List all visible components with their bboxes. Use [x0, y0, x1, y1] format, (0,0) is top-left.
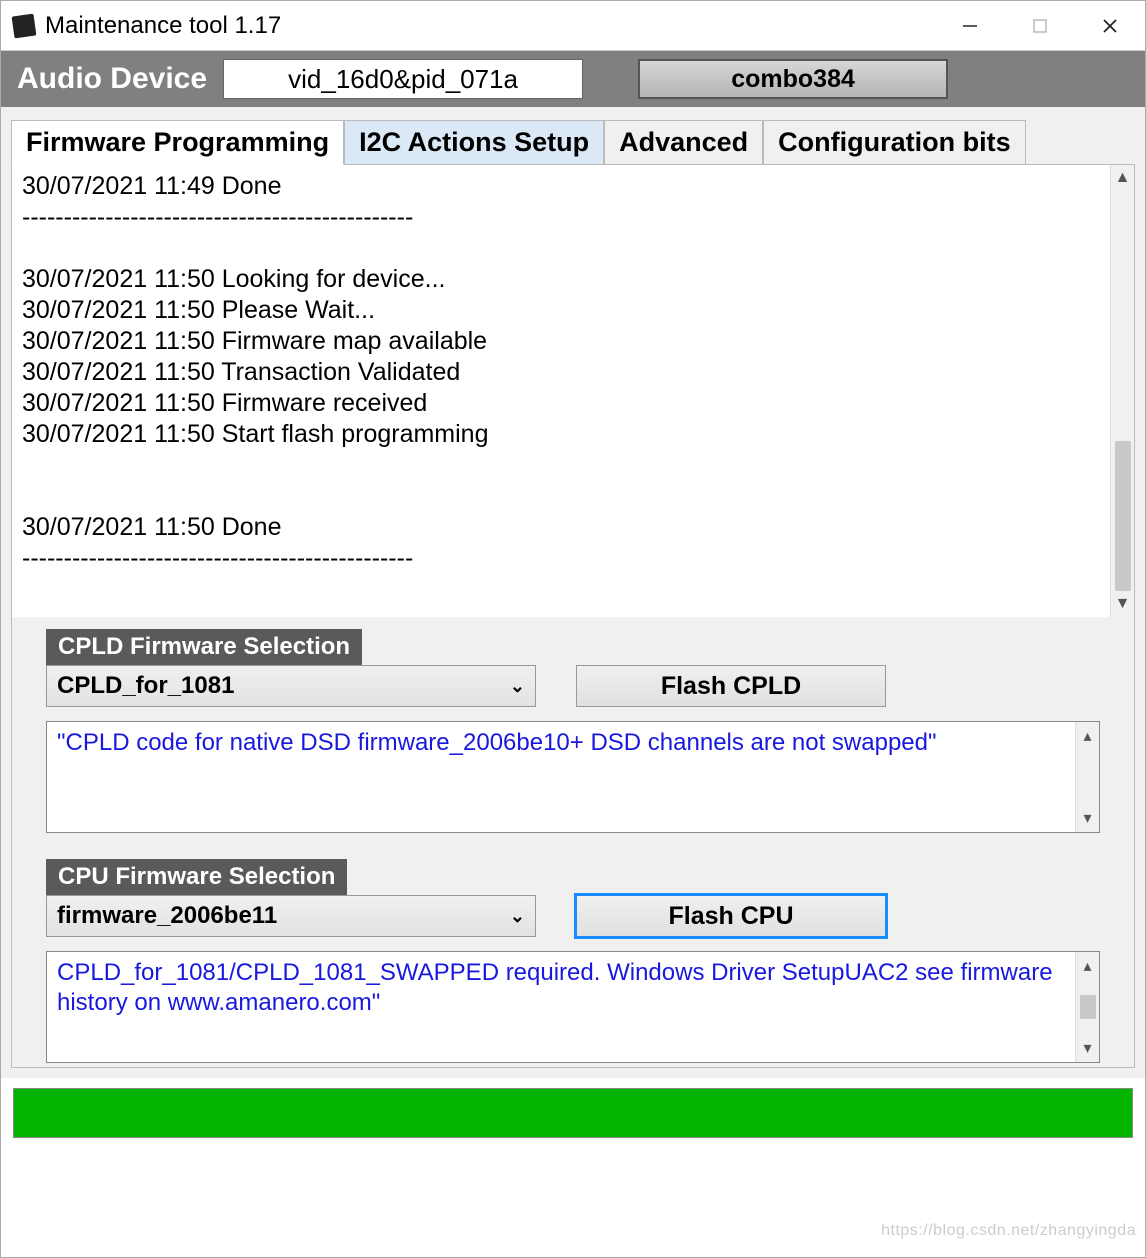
progress-bar: [13, 1088, 1133, 1138]
scroll-thumb[interactable]: [1115, 441, 1131, 591]
flash-cpld-button[interactable]: Flash CPLD: [576, 665, 886, 707]
header-strip: Audio Device combo384: [1, 51, 1145, 107]
tab-firmware-programming[interactable]: Firmware Programming: [11, 120, 344, 165]
cpu-description-box: CPLD_for_1081/CPLD_1081_SWAPPED required…: [46, 951, 1100, 1063]
audio-device-label: Audio Device: [11, 62, 213, 96]
scroll-down-icon[interactable]: ▾: [1083, 808, 1091, 828]
cpu-description[interactable]: CPLD_for_1081/CPLD_1081_SWAPPED required…: [47, 952, 1075, 1062]
cpld-desc-scrollbar[interactable]: ▴ ▾: [1075, 722, 1099, 832]
cpld-section: CPLD Firmware Selection CPLD_for_1081 ⌄ …: [46, 629, 1100, 833]
scroll-up-icon[interactable]: ▲: [1115, 169, 1131, 187]
maximize-button[interactable]: [1005, 1, 1075, 50]
tab-content: 30/07/2021 11:49 Done ------------------…: [11, 164, 1135, 1068]
cpu-firmware-select[interactable]: firmware_2006be11 ⌄: [46, 895, 536, 937]
tab-row: Firmware Programming I2C Actions Setup A…: [11, 119, 1135, 164]
cpld-selected-value: CPLD_for_1081: [57, 672, 234, 700]
cpld-section-label: CPLD Firmware Selection: [46, 629, 362, 665]
combo-button[interactable]: combo384: [638, 59, 948, 99]
tabs-container: Firmware Programming I2C Actions Setup A…: [1, 107, 1145, 1078]
tab-i2c-actions-setup[interactable]: I2C Actions Setup: [344, 120, 604, 165]
audio-device-input[interactable]: [223, 59, 583, 99]
cpu-selected-value: firmware_2006be11: [57, 902, 277, 930]
app-icon: [12, 13, 37, 38]
minimize-button[interactable]: [935, 1, 1005, 50]
log-container: 30/07/2021 11:49 Done ------------------…: [12, 165, 1134, 617]
cpld-description[interactable]: "CPLD code for native DSD firmware_2006b…: [47, 722, 1075, 832]
watermark: https://blog.csdn.net/zhangyingda: [881, 1222, 1136, 1240]
chevron-down-icon: ⌄: [510, 676, 525, 697]
window-title: Maintenance tool 1.17: [45, 12, 935, 40]
scroll-up-icon[interactable]: ▴: [1083, 956, 1091, 976]
flash-cpu-button[interactable]: Flash CPU: [576, 895, 886, 937]
scroll-thumb[interactable]: [1080, 995, 1096, 1019]
scroll-down-icon[interactable]: ▾: [1083, 1038, 1091, 1058]
titlebar: Maintenance tool 1.17: [1, 1, 1145, 51]
chevron-down-icon: ⌄: [510, 906, 525, 927]
cpu-section: CPU Firmware Selection firmware_2006be11…: [46, 859, 1100, 1063]
tab-advanced[interactable]: Advanced: [604, 120, 763, 165]
tab-configuration-bits[interactable]: Configuration bits: [763, 120, 1025, 165]
cpld-description-box: "CPLD code for native DSD firmware_2006b…: [46, 721, 1100, 833]
cpld-firmware-select[interactable]: CPLD_for_1081 ⌄: [46, 665, 536, 707]
cpu-desc-scrollbar[interactable]: ▴ ▾: [1075, 952, 1099, 1062]
log-scrollbar[interactable]: ▲ ▼: [1110, 165, 1134, 617]
window-controls: [935, 1, 1145, 50]
scroll-up-icon[interactable]: ▴: [1083, 726, 1091, 746]
scroll-down-icon[interactable]: ▼: [1115, 595, 1131, 613]
close-button[interactable]: [1075, 1, 1145, 50]
lower-panels: CPLD Firmware Selection CPLD_for_1081 ⌄ …: [12, 617, 1134, 1067]
log-output[interactable]: 30/07/2021 11:49 Done ------------------…: [12, 165, 1110, 617]
cpu-section-label: CPU Firmware Selection: [46, 859, 347, 895]
